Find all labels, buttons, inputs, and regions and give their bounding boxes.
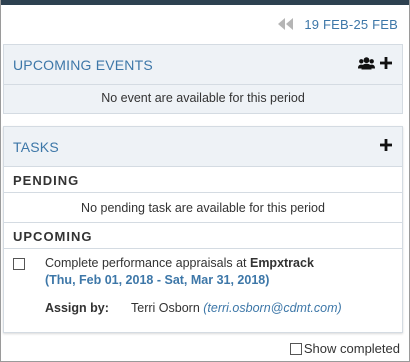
date-navigator: 19 FEB-25 FEB xyxy=(278,14,398,34)
events-empty-message: No event are available for this period xyxy=(4,85,402,113)
double-chevron-left-icon[interactable] xyxy=(278,18,294,30)
assign-by-label: Assign by: xyxy=(45,301,109,315)
tasks-header: TASKS xyxy=(4,127,402,167)
assignee-email[interactable]: (terri.osborn@cdmt.com) xyxy=(203,301,341,315)
show-completed-checkbox[interactable] xyxy=(289,342,302,355)
assignee-name: Terri Osborn xyxy=(131,301,200,315)
task-item: Complete performance appraisals at Empxt… xyxy=(4,249,402,315)
pending-empty-message: No pending task are available for this p… xyxy=(4,193,402,223)
task-organization: Empxtrack xyxy=(249,256,314,270)
tasks-panel: TASKS PENDING No pending task are availa… xyxy=(3,126,403,333)
tasks-title: TASKS xyxy=(13,138,59,155)
upcoming-events-title: UPCOMING EVENTS xyxy=(13,56,153,73)
upcoming-section-label: UPCOMING xyxy=(4,223,402,249)
upcoming-events-header: UPCOMING EVENTS xyxy=(4,45,402,85)
task-date-range: (Thu, Feb 01, 2018 - Sat, Mar 31, 2018) xyxy=(45,273,270,287)
upcoming-events-panel: UPCOMING EVENTS No event are available f… xyxy=(3,44,403,114)
task-assigner-row: Assign by: Terri Osborn (terri.osborn@cd… xyxy=(45,301,402,315)
assignee-info: Terri Osborn (terri.osborn@cdmt.com) xyxy=(131,301,342,315)
users-group-icon[interactable] xyxy=(358,56,375,73)
show-completed-toggle[interactable]: Show completed xyxy=(289,341,400,356)
task-description: Complete performance appraisals at Empxt… xyxy=(45,256,402,270)
upcoming-events-actions xyxy=(358,56,392,73)
show-completed-label: Show completed xyxy=(303,341,400,356)
tasks-actions xyxy=(380,139,392,154)
date-range-label[interactable]: 19 FEB-25 FEB xyxy=(304,17,398,32)
task-text: Complete performance appraisals at xyxy=(45,256,247,270)
add-event-plus-icon[interactable] xyxy=(380,57,392,72)
task-checkbox[interactable] xyxy=(13,258,25,270)
pending-section-label: PENDING xyxy=(4,167,402,193)
add-task-plus-icon[interactable] xyxy=(380,139,392,154)
